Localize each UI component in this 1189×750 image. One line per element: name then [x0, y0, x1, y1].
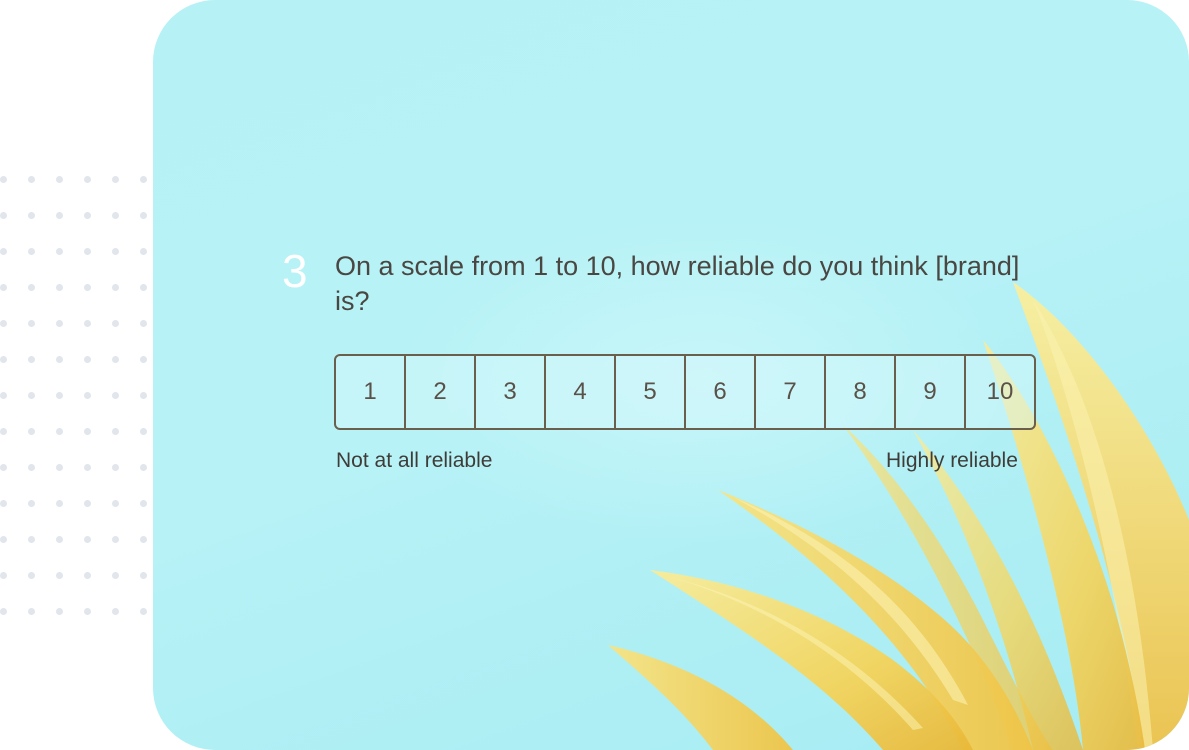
- dot-decoration: [112, 500, 119, 507]
- dot-decoration: [56, 248, 63, 255]
- dot-decoration: [140, 500, 147, 507]
- dot-decoration: [56, 536, 63, 543]
- dot-decoration: [28, 320, 35, 327]
- dot-decoration: [112, 212, 119, 219]
- dot-decoration: [140, 536, 147, 543]
- dot-decoration: [84, 248, 91, 255]
- dot-decoration: [0, 500, 7, 507]
- rating-option-4[interactable]: 4: [546, 356, 616, 428]
- dot-decoration: [0, 428, 7, 435]
- dot-decoration: [84, 176, 91, 183]
- dot-decoration: [56, 356, 63, 363]
- dot-decoration: [84, 500, 91, 507]
- dot-decoration: [0, 284, 7, 291]
- dot-decoration: [56, 212, 63, 219]
- dot-decoration: [84, 356, 91, 363]
- dot-decoration: [0, 572, 7, 579]
- scale-low-label: Not at all reliable: [336, 449, 493, 472]
- dot-decoration: [140, 464, 147, 471]
- dot-decoration: [140, 320, 147, 327]
- rating-option-10[interactable]: 10: [966, 356, 1034, 428]
- dot-decoration: [140, 572, 147, 579]
- dot-decoration: [112, 572, 119, 579]
- dot-decoration: [0, 464, 7, 471]
- survey-screen: 3 On a scale from 1 to 10, how reliable …: [0, 0, 1189, 750]
- dot-decoration: [56, 500, 63, 507]
- question-number: 3: [282, 245, 308, 297]
- rating-option-1[interactable]: 1: [336, 356, 406, 428]
- dot-decoration: [28, 428, 35, 435]
- dot-decoration: [84, 284, 91, 291]
- dot-decoration: [28, 608, 35, 615]
- dot-decoration: [28, 284, 35, 291]
- dot-decoration: [140, 248, 147, 255]
- dot-decoration: [84, 608, 91, 615]
- rating-option-3[interactable]: 3: [476, 356, 546, 428]
- dot-decoration: [56, 176, 63, 183]
- dot-decoration: [112, 284, 119, 291]
- dot-decoration: [84, 392, 91, 399]
- dot-decoration: [140, 608, 147, 615]
- dot-decoration: [56, 320, 63, 327]
- dot-decoration: [28, 572, 35, 579]
- dot-decoration: [84, 572, 91, 579]
- question-text: On a scale from 1 to 10, how reliable do…: [335, 251, 1020, 316]
- dot-decoration: [112, 320, 119, 327]
- question-card: 3 On a scale from 1 to 10, how reliable …: [153, 0, 1189, 750]
- dot-decoration: [0, 356, 7, 363]
- dot-decoration: [0, 212, 7, 219]
- dot-decoration: [56, 284, 63, 291]
- dot-decoration: [112, 392, 119, 399]
- rating-option-5[interactable]: 5: [616, 356, 686, 428]
- dot-decoration: [140, 356, 147, 363]
- dot-decoration: [0, 176, 7, 183]
- dot-decoration: [84, 212, 91, 219]
- rating-scale: 1 2 3 4 5 6 7 8 9 10: [334, 354, 1036, 430]
- dot-decoration: [28, 464, 35, 471]
- dot-decoration: [112, 608, 119, 615]
- rating-option-8[interactable]: 8: [826, 356, 896, 428]
- dot-decoration: [112, 428, 119, 435]
- rating-option-6[interactable]: 6: [686, 356, 756, 428]
- dot-decoration: [56, 392, 63, 399]
- dot-pattern-decoration: [0, 176, 152, 626]
- dot-decoration: [112, 248, 119, 255]
- dot-decoration: [56, 428, 63, 435]
- dot-decoration: [0, 320, 7, 327]
- dot-decoration: [140, 428, 147, 435]
- dot-decoration: [28, 212, 35, 219]
- dot-decoration: [140, 212, 147, 219]
- dot-decoration: [84, 428, 91, 435]
- dot-decoration: [56, 608, 63, 615]
- scale-high-label: Highly reliable: [886, 449, 1018, 472]
- dot-decoration: [28, 248, 35, 255]
- dot-decoration: [112, 176, 119, 183]
- dot-decoration: [0, 608, 7, 615]
- dot-decoration: [0, 392, 7, 399]
- dot-decoration: [28, 536, 35, 543]
- dot-decoration: [28, 392, 35, 399]
- dot-decoration: [112, 356, 119, 363]
- rating-option-7[interactable]: 7: [756, 356, 826, 428]
- dot-decoration: [140, 176, 147, 183]
- dot-decoration: [28, 176, 35, 183]
- dot-decoration: [112, 536, 119, 543]
- dot-decoration: [84, 536, 91, 543]
- dot-decoration: [140, 284, 147, 291]
- dot-decoration: [140, 392, 147, 399]
- dot-decoration: [84, 464, 91, 471]
- dot-decoration: [56, 572, 63, 579]
- dot-decoration: [0, 536, 7, 543]
- dot-decoration: [112, 464, 119, 471]
- rating-option-9[interactable]: 9: [896, 356, 966, 428]
- dot-decoration: [84, 320, 91, 327]
- rating-option-2[interactable]: 2: [406, 356, 476, 428]
- dot-decoration: [28, 356, 35, 363]
- dot-decoration: [0, 248, 7, 255]
- dot-decoration: [28, 500, 35, 507]
- dot-decoration: [56, 464, 63, 471]
